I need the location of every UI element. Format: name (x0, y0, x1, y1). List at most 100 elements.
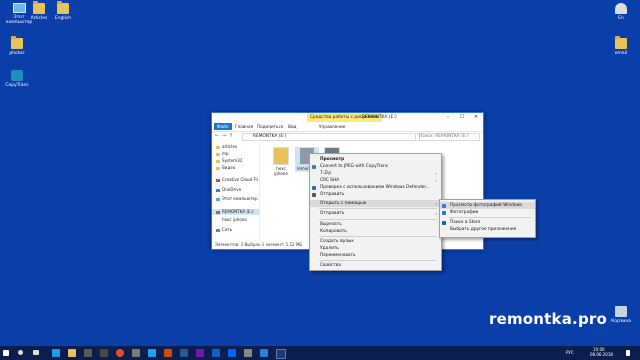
menu-item-crc-sha[interactable]: CRC SHA › (310, 177, 441, 184)
minimize-button[interactable]: – (441, 113, 455, 122)
menu-item-preview[interactable]: Просмотр (310, 156, 441, 163)
menu-item-open-with[interactable]: Открыть с помощью › (310, 200, 441, 207)
nav-item[interactable]: articles (216, 144, 237, 150)
edge-icon[interactable] (52, 349, 60, 357)
copytrans-app-icon[interactable]: CopyTrans (0, 70, 34, 88)
folder-icon (216, 159, 220, 163)
en-folder-icon[interactable]: En (604, 3, 638, 21)
explorer-taskbar-icon[interactable] (68, 349, 76, 357)
photos-app-icon (442, 210, 446, 215)
maximize-button[interactable]: ☐ (455, 113, 469, 122)
nav-item-selected[interactable]: REMONTKA (E:) (212, 209, 260, 215)
chevron-right-icon: › (435, 201, 437, 206)
menu-separator (319, 236, 437, 237)
search-icon[interactable] (18, 350, 23, 355)
photo-viewer-icon (442, 203, 446, 208)
forward-icon[interactable]: → (221, 133, 227, 140)
chevron-right-icon: › (435, 211, 437, 216)
menu-separator (449, 217, 531, 218)
title-bar[interactable]: Средства работы с рисунками REMONTKA (E:… (212, 113, 483, 122)
app-taskbar-icon[interactable] (276, 349, 286, 359)
folder-icon (273, 147, 289, 165)
cloud-icon (216, 178, 220, 182)
desktop-icon-label: Articles (30, 16, 48, 21)
onenote-icon[interactable] (196, 349, 204, 357)
app-taskbar-icon[interactable] (132, 349, 140, 357)
menu-item-convert-jpeg[interactable]: Convert to JPEG with CopyTrans (310, 163, 441, 170)
nav-item[interactable]: Этот компьютер (216, 196, 258, 202)
file-item[interactable]: hexc iphone (269, 147, 293, 176)
menu-item-7zip[interactable]: 7-Zip › (310, 170, 441, 177)
ribbon: Файл Главная Поделиться Вид Управление (212, 122, 483, 132)
powerpoint-icon[interactable] (164, 349, 172, 357)
menu-item-create-shortcut[interactable]: Создать ярлык (310, 238, 441, 245)
chevron-right-icon: › (435, 178, 437, 183)
up-icon[interactable]: ↑ (228, 133, 234, 140)
share-icon (312, 192, 316, 197)
chrome-icon[interactable] (116, 349, 124, 357)
recycle-bin-icon[interactable]: Корзина (604, 306, 638, 324)
folder-icon (216, 166, 220, 170)
copytrans-icon (312, 164, 316, 169)
menu-separator (319, 260, 437, 261)
menu-separator (319, 219, 437, 220)
nav-item[interactable]: System32 (216, 158, 242, 164)
notifications-icon[interactable] (626, 350, 630, 356)
tab-home[interactable]: Главная (232, 123, 256, 130)
english-folder-icon[interactable]: English (46, 1, 80, 21)
navigation-pane: articles mp System32 Видео Creative Clou… (212, 142, 260, 240)
submenu-item-choose-app[interactable]: Выбрать другое приложение (440, 226, 535, 233)
tab-file[interactable]: Файл (214, 123, 232, 130)
shield-icon (312, 185, 316, 190)
word-icon[interactable] (180, 349, 188, 357)
desktop-icon-label: Корзина (611, 319, 631, 324)
photos-folder-icon[interactable]: photos (0, 36, 34, 56)
tab-manage[interactable]: Управление (316, 123, 348, 130)
window-title: REMONTKA (E:) (362, 115, 397, 120)
menu-item-rename[interactable]: Переименовать (310, 252, 441, 259)
menu-item-delete[interactable]: Удалить (310, 245, 441, 252)
menu-item-share[interactable]: Отправить (310, 191, 441, 198)
submenu-item-photo-viewer[interactable]: Просмотр фотографий Windows (440, 202, 535, 209)
address-row: ← → ↑ REMONTKA (E:) Поиск: REMONTKA (E:) (212, 132, 483, 141)
back-icon[interactable]: ← (214, 133, 220, 140)
nav-item[interactable]: Creative Cloud Fil (216, 177, 258, 183)
menu-item-copy[interactable]: Копировать (310, 228, 441, 235)
network-icon (216, 228, 220, 232)
store-taskbar-icon[interactable] (84, 349, 92, 357)
folder-icon (216, 152, 220, 156)
dropbox-icon[interactable] (228, 349, 236, 357)
menu-item-send-to[interactable]: Отправить › (310, 210, 441, 217)
menu-separator (319, 208, 437, 209)
app-taskbar-icon[interactable] (148, 349, 156, 357)
task-view-icon[interactable] (33, 350, 39, 355)
nav-item[interactable]: hexc iphone (222, 217, 247, 223)
clock-date[interactable]: 08.06.2018 (590, 352, 613, 358)
submenu-item-store-search[interactable]: Поиск в Store (440, 219, 535, 226)
computer-icon (216, 197, 220, 201)
app-taskbar-icon[interactable] (244, 349, 252, 357)
watermark: remontka.pro (489, 310, 607, 328)
language-indicator[interactable]: РУС (566, 350, 574, 356)
app-taskbar-icon[interactable] (260, 349, 268, 357)
close-button[interactable]: ✕ (469, 113, 483, 122)
app-taskbar-icon[interactable] (100, 349, 108, 357)
desktop-icon-label: CopyTrans (5, 83, 29, 88)
menu-item-defender[interactable]: Проверка с использованием Windows Defend… (310, 184, 441, 191)
menu-item-properties[interactable]: Свойства (310, 262, 441, 269)
store-icon (442, 220, 446, 225)
nav-item[interactable]: mp (216, 151, 229, 157)
email-folder-icon[interactable]: email (604, 36, 638, 56)
nav-item[interactable]: Сеть (216, 227, 232, 233)
start-icon[interactable] (3, 350, 9, 356)
nav-item[interactable]: Видео (216, 165, 235, 171)
search-input[interactable]: Поиск: REMONTKA (E:) (415, 133, 480, 141)
tab-share[interactable]: Поделиться (254, 123, 286, 130)
nav-item[interactable]: OneDrive (216, 187, 241, 193)
chevron-right-icon: › (435, 171, 437, 176)
submenu-item-photos[interactable]: Фотографии (440, 209, 535, 216)
address-bar[interactable]: REMONTKA (E:) (242, 133, 420, 141)
app-taskbar-icon[interactable] (212, 349, 220, 357)
tab-view[interactable]: Вид (285, 123, 300, 130)
menu-item-cut[interactable]: Вырезать (310, 221, 441, 228)
